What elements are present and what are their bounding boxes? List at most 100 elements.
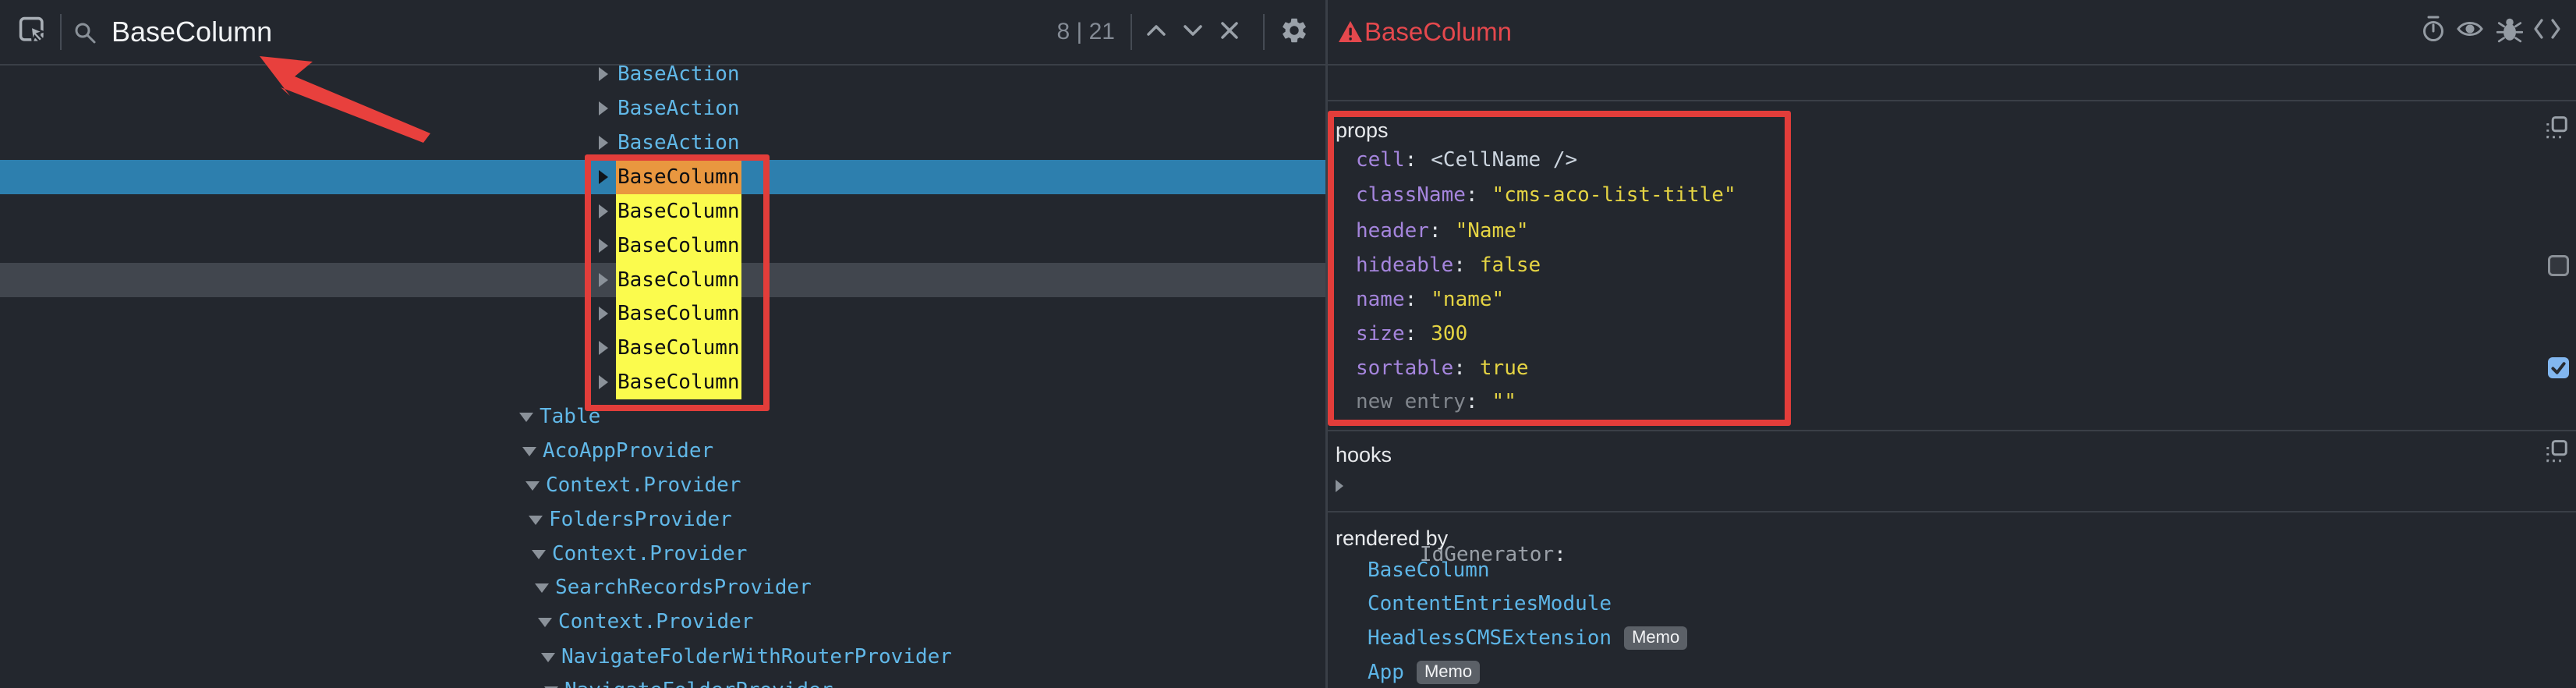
rendered-by-item: AppMemo: [1368, 655, 1480, 688]
inspect-element-button[interactable]: [16, 15, 50, 49]
sortable-checkbox[interactable]: [2548, 357, 2569, 378]
prop-row-new-entry: new entry:"": [1356, 385, 1516, 419]
tree-row[interactable]: FoldersProvider: [0, 502, 1325, 537]
settings-button[interactable]: [1277, 15, 1311, 49]
prop-value[interactable]: false: [1480, 254, 1541, 277]
copy-props-icon[interactable]: [2544, 115, 2569, 140]
gear-icon: [1279, 16, 1309, 49]
expand-triangle-icon[interactable]: [599, 307, 608, 321]
prop-value[interactable]: <CellName />: [1431, 148, 1577, 172]
props-section-heading: props: [1336, 119, 1389, 143]
stopwatch-icon: [2420, 15, 2447, 47]
expand-triangle-icon[interactable]: [599, 239, 608, 253]
search-input[interactable]: BaseColumn: [111, 0, 272, 64]
tree-row[interactable]: Context.Provider: [0, 605, 1325, 639]
prop-value[interactable]: "cms-aco-list-title": [1492, 183, 1736, 207]
react-devtools-components-panel: BaseColumn 8 | 21: [0, 0, 2576, 688]
prop-value-new-entry[interactable]: "": [1492, 390, 1516, 413]
expand-triangle-icon[interactable]: [599, 204, 608, 218]
toolbar-divider: [1263, 14, 1265, 50]
chevron-up-icon: [1145, 23, 1167, 42]
expand-triangle-icon[interactable]: [599, 170, 608, 184]
collapse-triangle-icon[interactable]: [535, 583, 549, 593]
log-component-data-button[interactable]: [2493, 13, 2527, 48]
owner-link[interactable]: App: [1368, 661, 1404, 684]
collapse-triangle-icon[interactable]: [532, 550, 546, 559]
inspect-dom-button[interactable]: [2453, 13, 2487, 48]
expand-triangle-icon[interactable]: [599, 273, 608, 287]
hideable-checkbox[interactable]: [2548, 255, 2569, 276]
collapse-triangle-icon[interactable]: [538, 618, 552, 627]
collapse-triangle-icon[interactable]: [529, 516, 543, 525]
view-source-button[interactable]: [2530, 13, 2564, 48]
tree-row-selected[interactable]: BaseColumn: [0, 160, 1325, 194]
prop-row: name:"name": [1356, 282, 1504, 317]
inspect-cursor-icon: [18, 16, 48, 49]
prop-row: className:"cms-aco-list-title": [1356, 178, 1736, 212]
hooks-section-heading: hooks: [1336, 443, 1392, 467]
prop-value[interactable]: 300: [1431, 322, 1467, 346]
tree-row[interactable]: BaseAction: [0, 126, 1325, 160]
collapse-triangle-icon[interactable]: [522, 447, 536, 456]
component-tree: BaseAction BaseAction BaseAction BaseCol…: [0, 66, 1325, 688]
owner-link[interactable]: HeadlessCMSExtension: [1368, 626, 1612, 650]
prop-row: sortable:true: [1356, 351, 1529, 385]
tree-row[interactable]: BaseColumn: [0, 296, 1325, 331]
code-brackets-icon: [2533, 17, 2561, 44]
previous-result-button[interactable]: [1139, 15, 1173, 49]
tree-row[interactable]: BaseAction: [0, 91, 1325, 126]
tree-row[interactable]: Context.Provider: [0, 468, 1325, 502]
next-result-button[interactable]: [1176, 15, 1210, 49]
tree-row[interactable]: BaseColumn: [0, 194, 1325, 229]
prop-value[interactable]: "Name": [1456, 219, 1529, 243]
tree-row-hovered[interactable]: BaseColumn: [0, 263, 1325, 297]
prop-row: hideable:false: [1356, 248, 1541, 282]
section-divider: [1328, 511, 2576, 512]
rendered-by-item: BaseColumn: [1368, 553, 1490, 587]
toolbar-divider: [1131, 14, 1132, 50]
expand-triangle-icon[interactable]: [599, 101, 608, 115]
owner-link[interactable]: BaseColumn: [1368, 559, 1490, 582]
rendered-by-item: ContentEntriesModule: [1368, 587, 1612, 621]
search-toolbar: BaseColumn 8 | 21: [0, 0, 1325, 66]
prop-value[interactable]: true: [1480, 356, 1529, 380]
expand-triangle-icon[interactable]: [599, 375, 608, 389]
collapse-triangle-icon[interactable]: [525, 481, 540, 491]
tree-row[interactable]: BaseColumn: [0, 229, 1325, 263]
tree-row[interactable]: BaseAction: [0, 66, 1325, 91]
component-tree-panel: BaseColumn 8 | 21: [0, 0, 1325, 688]
bug-icon: [2496, 15, 2523, 47]
close-icon: [1219, 20, 1240, 44]
hook-row[interactable]: IdGenerator:: [1346, 469, 1566, 503]
toolbar-divider: [60, 14, 62, 50]
expand-triangle-icon[interactable]: [599, 136, 608, 150]
section-divider: [1328, 430, 2576, 431]
error-warning-triangle-icon: [1338, 20, 1363, 48]
tree-row[interactable]: AcoAppProvider: [0, 434, 1325, 468]
clear-search-button[interactable]: [1212, 15, 1247, 49]
tree-row[interactable]: BaseColumn: [0, 331, 1325, 365]
copy-hooks-icon[interactable]: [2544, 439, 2569, 464]
eye-icon: [2455, 16, 2485, 46]
tree-row[interactable]: Context.Provider: [0, 537, 1325, 571]
prop-row: header:"Name": [1356, 214, 1529, 248]
tree-row[interactable]: NavigateFolderProvider: [0, 673, 1325, 688]
section-divider: [1328, 100, 2576, 101]
owner-link[interactable]: ContentEntriesModule: [1368, 592, 1612, 615]
prop-row: cell:<CellName />: [1356, 143, 1577, 177]
tree-row[interactable]: BaseColumn: [0, 365, 1325, 399]
tree-row[interactable]: NavigateFolderWithRouterProvider: [0, 640, 1325, 674]
tree-row[interactable]: SearchRecordsProvider: [0, 570, 1325, 605]
collapse-triangle-icon[interactable]: [519, 413, 533, 422]
expand-triangle-icon[interactable]: [599, 67, 608, 81]
expand-triangle-icon[interactable]: [1336, 480, 1343, 492]
tree-row[interactable]: Table: [0, 399, 1325, 434]
search-results-count: 8 | 21: [1037, 0, 1115, 64]
collapse-triangle-icon[interactable]: [541, 653, 555, 662]
memo-badge: Memo: [1624, 626, 1687, 650]
expand-triangle-icon[interactable]: [599, 341, 608, 355]
profiler-button[interactable]: [2416, 13, 2450, 48]
prop-value[interactable]: "name": [1431, 288, 1504, 311]
inspected-element-title-bar: BaseColumn: [1328, 0, 2576, 66]
rendered-by-item: HeadlessCMSExtension Memo: [1368, 621, 1687, 655]
